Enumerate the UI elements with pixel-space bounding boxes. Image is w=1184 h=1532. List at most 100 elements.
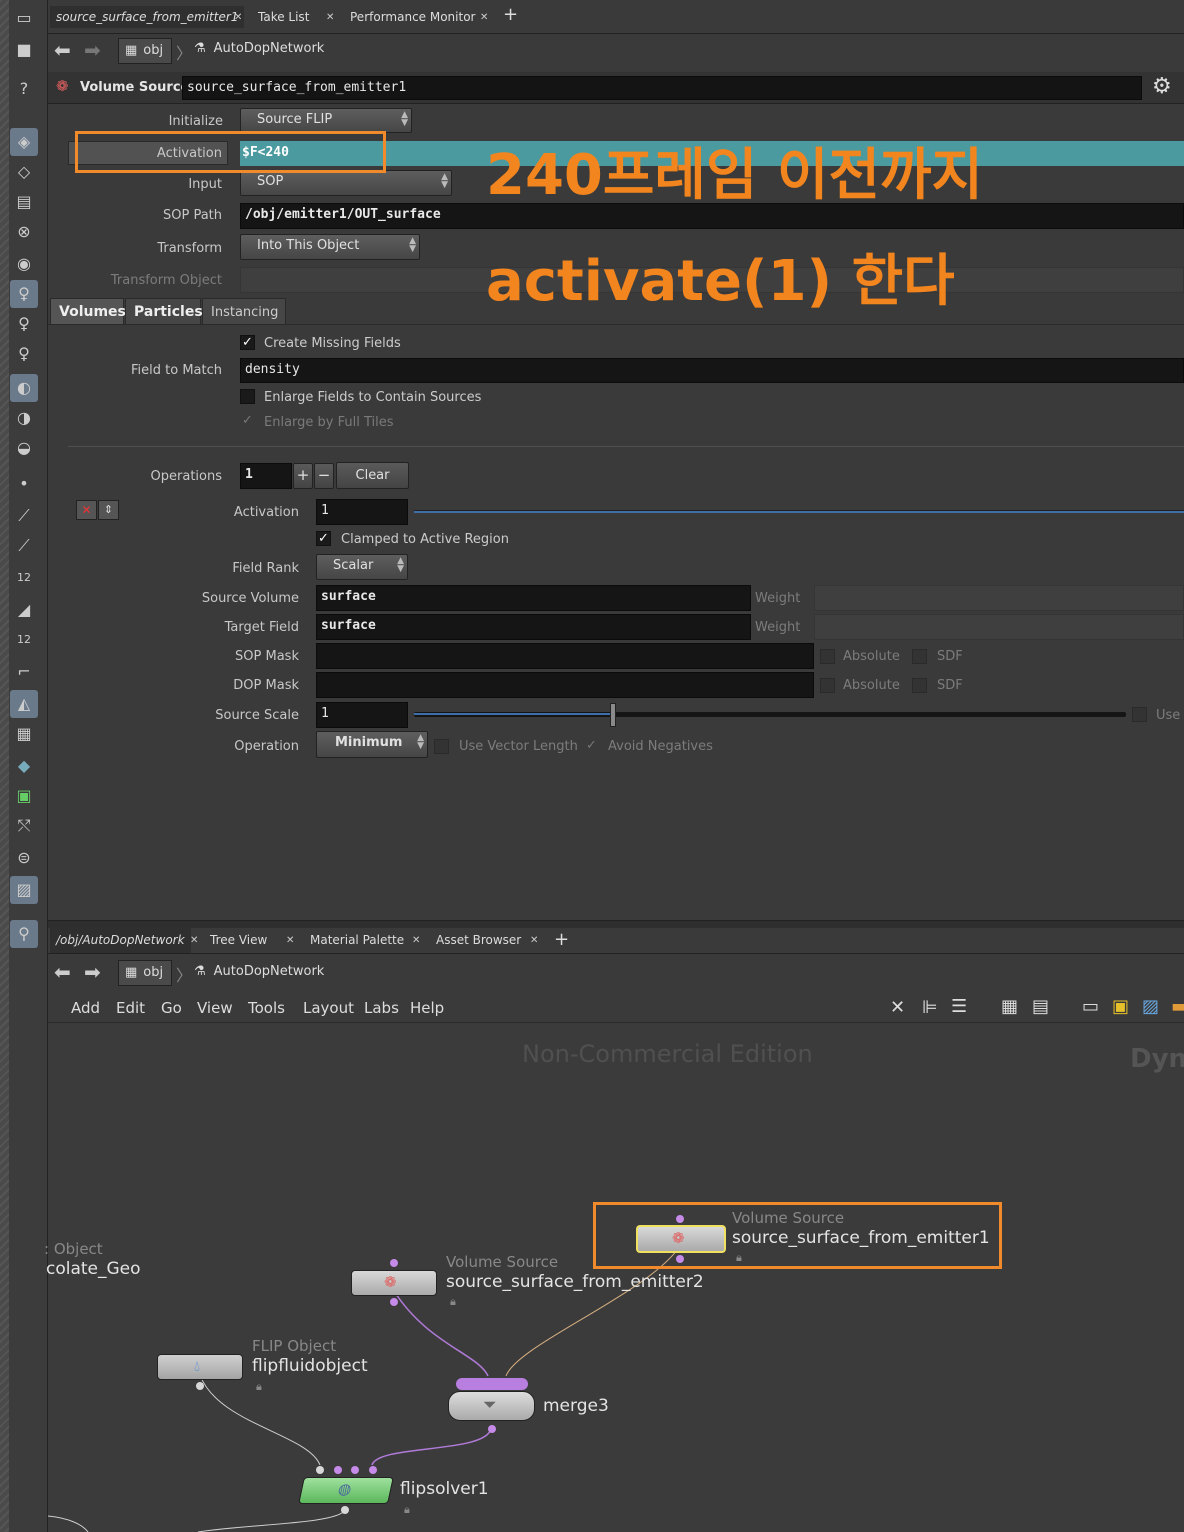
node-output-dot[interactable]	[196, 1382, 204, 1390]
sop-mask-field[interactable]	[316, 643, 814, 669]
clamped-checkbox[interactable]: ✓	[316, 531, 331, 546]
path-root[interactable]: ▦ obj	[118, 38, 173, 64]
vs1-name[interactable]: source_surface_from_emitter1	[732, 1228, 990, 1248]
number-icon[interactable]: 12	[10, 564, 38, 592]
node-output-dot[interactable]	[390, 1298, 398, 1306]
forward-arrow-icon[interactable]: ➡	[84, 960, 101, 984]
merge-name[interactable]: merge3	[543, 1396, 609, 1416]
path-network[interactable]: ⚗ AutoDopNetwork	[194, 41, 324, 56]
tab-parameters[interactable]: source_surface_from_emitter1	[50, 6, 245, 28]
node-output-dot[interactable]	[676, 1255, 684, 1263]
operation-menu[interactable]: Minimum ▲ ▼	[316, 731, 428, 758]
enlarge-fields-checkbox[interactable]	[240, 389, 255, 404]
remove-operation-button[interactable]: −	[314, 463, 334, 489]
tab-volumes[interactable]: Volumes	[50, 298, 126, 325]
tab-take-list[interactable]: Take List	[252, 6, 315, 28]
close-icon[interactable]: ✕	[326, 12, 334, 23]
node-output-dot[interactable]	[341, 1506, 349, 1514]
cut-node-name[interactable]: colate_Geo	[46, 1259, 141, 1279]
sticky-note-icon[interactable]: ▣	[1112, 996, 1129, 1017]
number2-icon[interactable]: 12	[10, 626, 38, 654]
activation-slider[interactable]	[414, 510, 1184, 513]
point-icon[interactable]: •	[10, 470, 38, 498]
back-arrow-icon[interactable]: ⬅	[54, 38, 71, 62]
wrench-icon[interactable]: ✕	[890, 997, 905, 1018]
node-input-dot[interactable]	[369, 1466, 377, 1474]
image-icon[interactable]: ▨	[10, 876, 38, 904]
close-icon[interactable]: ✕	[530, 935, 538, 946]
display3-icon[interactable]: ◒	[10, 434, 38, 462]
add-tab-button[interactable]: +	[503, 4, 518, 25]
close-icon[interactable]: ✕	[412, 935, 420, 946]
eraser-icon[interactable]: ◢	[10, 596, 38, 624]
tab-instancing[interactable]: Instancing	[202, 298, 286, 325]
branch-icon[interactable]: ⤲	[10, 812, 38, 840]
node-input-dot[interactable]	[351, 1466, 359, 1474]
network-box-icon[interactable]: ▭	[1082, 996, 1099, 1017]
node-flip-solver[interactable]: ◍	[298, 1477, 394, 1504]
close-icon[interactable]: ✕	[286, 935, 294, 946]
field-rank-menu[interactable]: Scalar ▲ ▼	[316, 554, 408, 580]
op-activation-field[interactable]: 1	[316, 499, 408, 525]
select-tool-icon[interactable]: ▭	[10, 4, 38, 32]
pane-splitter[interactable]	[48, 920, 1184, 928]
menu-go[interactable]: Go	[161, 999, 182, 1017]
tab-particles[interactable]: Particles	[125, 298, 203, 325]
grid-icon[interactable]: ▦	[1001, 996, 1018, 1017]
node-volume-source-2[interactable]: ❁	[351, 1270, 437, 1296]
light-icon[interactable]: ♀	[10, 280, 38, 308]
curve-icon[interactable]: ⌐	[10, 658, 38, 686]
transform-menu[interactable]: Into This Object ▲ ▼	[240, 234, 420, 260]
create-missing-checkbox[interactable]: ✓	[240, 335, 255, 350]
box-tool-icon[interactable]: ■	[10, 36, 38, 64]
solver-name[interactable]: flipsolver1	[400, 1479, 489, 1499]
node-merge[interactable]: ⏷	[448, 1391, 535, 1421]
tab-tree-view[interactable]: Tree View	[210, 933, 267, 947]
source-scale-field[interactable]: 1	[316, 702, 408, 728]
tab-asset-browser[interactable]: Asset Browser	[436, 933, 521, 947]
forward-arrow-icon[interactable]: ➡	[84, 38, 101, 62]
checker-icon[interactable]: ▦	[10, 720, 38, 748]
clear-button[interactable]: Clear	[336, 462, 409, 489]
camera-icon[interactable]: ◉	[10, 250, 38, 278]
menu-tools[interactable]: Tools	[248, 999, 285, 1017]
menu-labs[interactable]: Labs	[364, 999, 399, 1017]
display-icon[interactable]: ◐	[10, 374, 38, 402]
light2-icon[interactable]: ♀	[10, 310, 38, 338]
record-icon[interactable]: ⊜	[10, 844, 38, 872]
node-input-dot[interactable]	[316, 1466, 324, 1474]
gear-icon[interactable]: ⚙	[1152, 74, 1172, 99]
vs2-name[interactable]: source_surface_from_emitter2	[446, 1272, 704, 1292]
input-menu[interactable]: SOP ▲ ▼	[240, 170, 452, 196]
node-input-dot[interactable]	[676, 1215, 684, 1223]
transform-tool-icon[interactable]: ◇	[10, 158, 38, 186]
view-tool-icon[interactable]: ◈	[10, 128, 38, 156]
node-output-dot[interactable]	[488, 1425, 496, 1433]
tab-network[interactable]: /obj/AutoDopNetwork	[50, 928, 191, 953]
display2-icon[interactable]: ◑	[10, 404, 38, 432]
menu-help[interactable]: Help	[410, 999, 444, 1017]
menu-layout[interactable]: Layout	[303, 999, 354, 1017]
node-input-dot[interactable]	[334, 1466, 342, 1474]
path-root[interactable]: ▦ obj	[118, 960, 173, 986]
operations-count-field[interactable]: 1	[240, 463, 292, 489]
surface-icon[interactable]: ◭	[10, 690, 38, 718]
target-field-field[interactable]: surface	[316, 614, 751, 640]
help-icon[interactable]: ?	[10, 75, 38, 103]
flipobj-name[interactable]: flipfluidobject	[252, 1356, 368, 1376]
list-icon[interactable]: ☰	[951, 996, 967, 1017]
pin-icon[interactable]: ⚲	[10, 920, 38, 948]
node-volume-source-1[interactable]: ❁	[636, 1225, 726, 1253]
dop-mask-field[interactable]	[316, 672, 814, 698]
reorder-instance-button[interactable]: ⇕	[98, 500, 119, 520]
initialize-menu[interactable]: Source FLIP ▲ ▼	[240, 108, 412, 133]
remove-instance-button[interactable]: ✕	[76, 500, 97, 520]
close-icon[interactable]: ✕	[234, 12, 242, 23]
diamond-icon[interactable]: ◆	[10, 752, 38, 780]
add-tab-button[interactable]: +	[554, 929, 569, 950]
tree-icon[interactable]: ⊫	[922, 997, 938, 1018]
tab-performance-monitor[interactable]: Performance Monitor	[344, 6, 481, 28]
menu-view[interactable]: View	[197, 999, 233, 1017]
layout-icon[interactable]: ▤	[1032, 996, 1049, 1017]
node-name-field[interactable]: source_surface_from_emitter1	[182, 76, 1142, 100]
